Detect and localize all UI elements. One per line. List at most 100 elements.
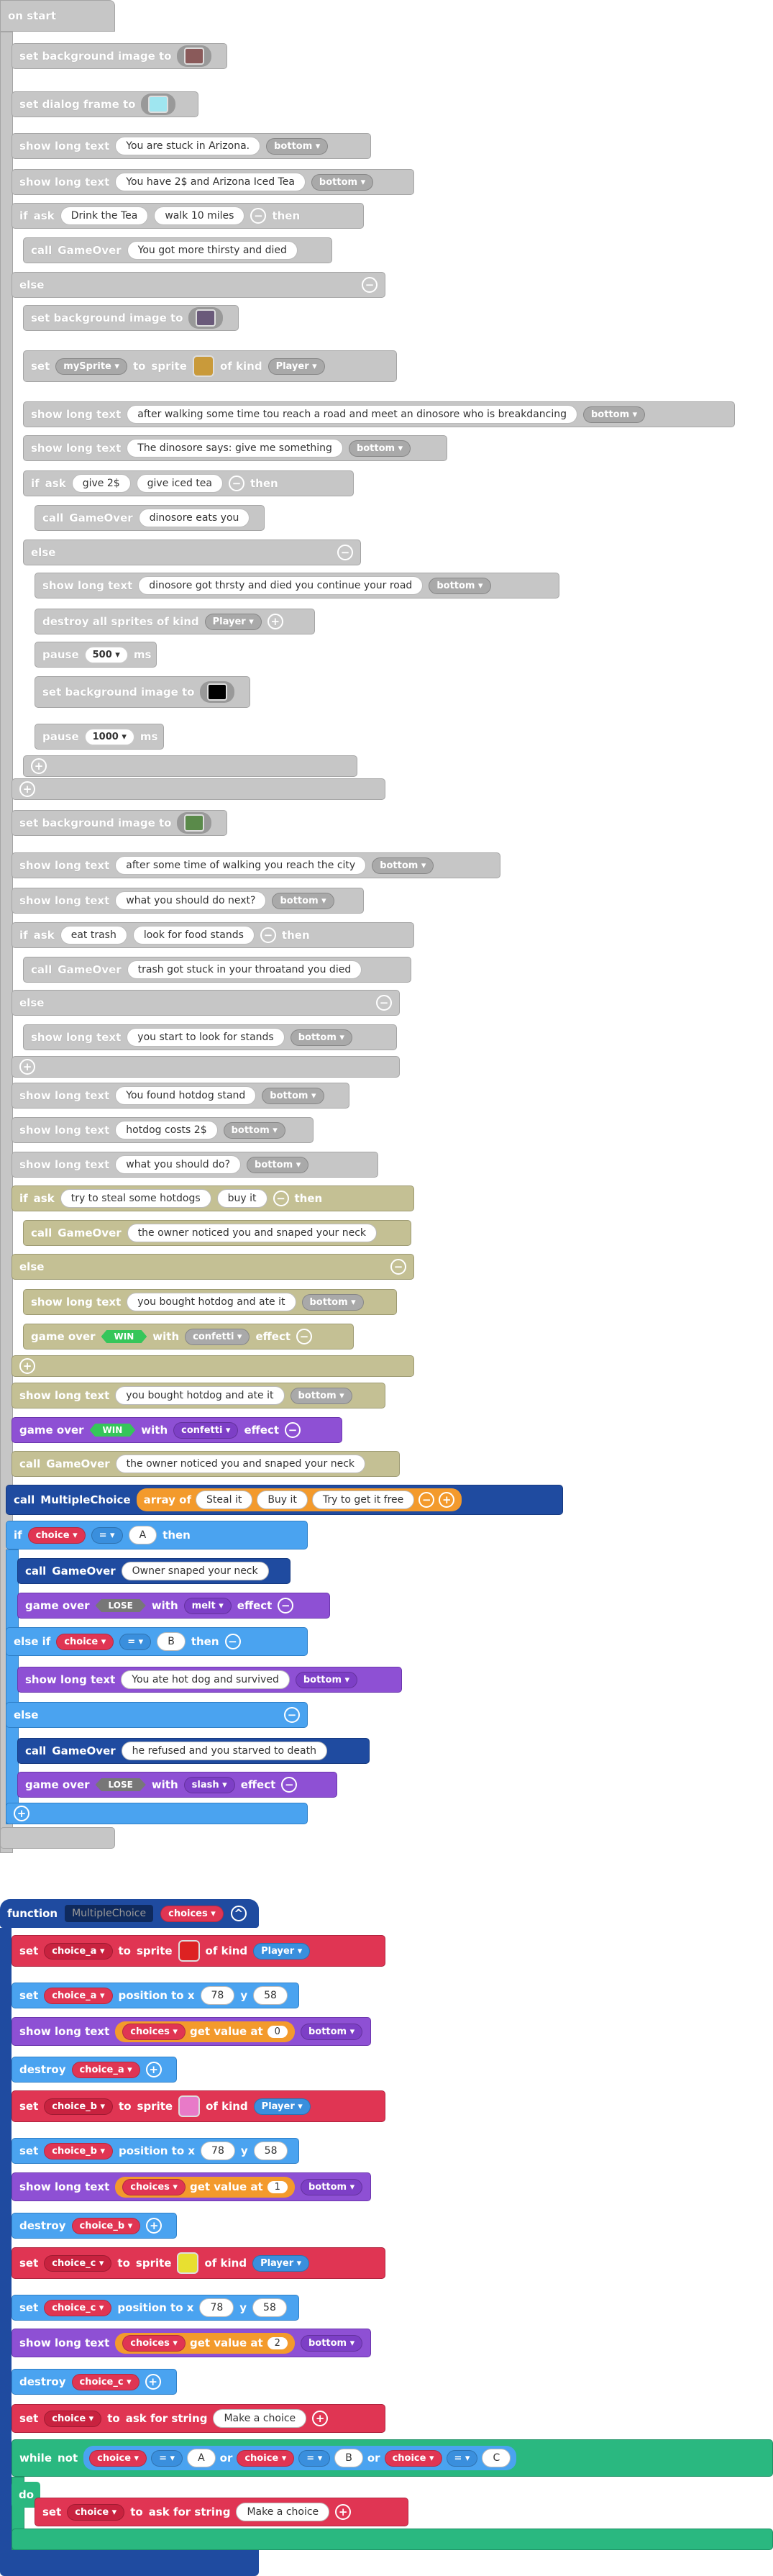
text-input[interactable]: after some time of walking you reach the… <box>115 856 367 875</box>
letter-a-sprite-thumb[interactable] <box>178 1940 200 1962</box>
show-long-text-block[interactable]: show long text You found hotdog stand bo… <box>12 1083 349 1109</box>
function-name-input[interactable]: MultipleChoice <box>65 1905 154 1922</box>
remove-icon[interactable]: − <box>362 277 378 293</box>
remove-icon[interactable]: − <box>281 1777 298 1793</box>
option-b-input[interactable]: walk 10 miles <box>154 206 245 225</box>
destroy-block[interactable]: destroy choice_a + <box>12 2057 177 2083</box>
lose-toggle[interactable]: LOSE <box>95 1778 146 1791</box>
x-input[interactable]: 78 <box>201 2142 235 2160</box>
effect-dropdown[interactable]: slash <box>183 1776 235 1793</box>
position-dropdown[interactable]: bottom <box>301 1293 364 1311</box>
letter-b-sprite-thumb[interactable] <box>178 2095 201 2117</box>
array-variable[interactable]: choices <box>122 2334 186 2352</box>
remove-icon[interactable]: − <box>418 1492 435 1508</box>
option-a-input[interactable]: try to steal some hotdogs <box>60 1189 211 1208</box>
game-over-block[interactable]: game over WIN with confetti effect − <box>12 1417 342 1443</box>
array-item-input[interactable]: Buy it <box>257 1490 308 1509</box>
on-start-hat[interactable]: on start <box>0 0 115 32</box>
message-input[interactable]: You got more thirsty and died <box>127 241 298 260</box>
image-picker[interactable] <box>177 812 212 834</box>
position-dropdown[interactable]: bottom <box>300 2178 363 2195</box>
add-branch-icon[interactable]: + <box>19 781 35 797</box>
option-a-input[interactable]: Drink the Tea <box>60 206 149 225</box>
remove-icon[interactable]: − <box>296 1329 313 1344</box>
win-toggle[interactable]: WIN <box>101 1330 147 1343</box>
array-item-input[interactable]: Try to get it free <box>311 1490 415 1509</box>
text-input[interactable]: You ate hot dog and survived <box>121 1670 290 1689</box>
effect-dropdown[interactable]: confetti <box>185 1328 250 1345</box>
add-icon[interactable]: + <box>335 2504 352 2520</box>
destroy-block[interactable]: destroy choice_c + <box>12 2369 177 2395</box>
compare-value-input[interactable]: A <box>128 1526 157 1544</box>
variable-dropdown[interactable]: choice <box>27 1526 86 1544</box>
operator-dropdown[interactable]: = <box>119 1633 152 1650</box>
if-block[interactable]: if ask try to steal some hotdogs buy it … <box>12 1185 414 1211</box>
remove-icon[interactable]: − <box>390 1259 406 1275</box>
if-block[interactable]: if choice = A then <box>6 1521 308 1549</box>
position-dropdown[interactable]: bottom <box>223 1121 285 1139</box>
message-input[interactable]: the owner noticed you and snaped your ne… <box>115 1455 366 1473</box>
index-input[interactable]: 2 <box>267 2336 288 2349</box>
sprite-image-thumb[interactable] <box>192 355 214 377</box>
show-long-text-block[interactable]: show long text hotdog costs 2$ bottom <box>12 1117 314 1143</box>
variable-dropdown[interactable]: choice_c <box>71 2373 139 2390</box>
position-dropdown[interactable]: bottom <box>266 137 329 155</box>
set-position-block[interactable]: set choice_a position to x 78 y 58 <box>12 1983 299 2008</box>
variable-dropdown[interactable]: choice_c <box>44 2254 112 2272</box>
set-choice-a-sprite-block[interactable]: set choice_a to sprite of kind Player <box>12 1935 385 1967</box>
set-background-block[interactable]: set background image to <box>35 676 250 708</box>
message-input[interactable]: dinosore eats you <box>138 509 250 527</box>
add-icon[interactable]: + <box>145 2374 161 2390</box>
show-long-text-block[interactable]: show long text choices get value at 0 bo… <box>12 2017 371 2046</box>
while-block[interactable]: while not choice = A or choice = B or ch… <box>12 2439 773 2477</box>
variable-dropdown[interactable]: choice <box>67 2503 125 2521</box>
variable-dropdown[interactable]: choice <box>237 2449 295 2467</box>
game-over-block[interactable]: game over WIN with confetti effect − <box>23 1324 354 1350</box>
compare-value-input[interactable]: A <box>187 2449 216 2467</box>
call-gameover-block[interactable]: call GameOver Owner snaped your neck <box>17 1558 291 1584</box>
image-picker[interactable] <box>177 45 212 67</box>
remove-icon[interactable]: − <box>337 545 353 560</box>
add-branch-icon[interactable]: + <box>31 758 47 774</box>
show-long-text-block[interactable]: show long text You are stuck in Arizona.… <box>12 133 371 159</box>
show-long-text-block[interactable]: show long text The dinosore says: give m… <box>23 435 447 461</box>
position-dropdown[interactable]: bottom <box>262 1087 324 1104</box>
kind-dropdown[interactable]: Player <box>253 1942 311 1960</box>
if-block[interactable]: if ask Drink the Tea walk 10 miles − the… <box>12 203 364 229</box>
message-input[interactable]: he refused and you starved to death <box>121 1742 327 1760</box>
message-input[interactable]: the owner noticed you and snaped your ne… <box>127 1224 378 1242</box>
position-dropdown[interactable]: bottom <box>300 2023 363 2040</box>
y-input[interactable]: 58 <box>253 2142 288 2160</box>
set-position-block[interactable]: set choice_c position to x 78 y 58 <box>12 2295 299 2321</box>
game-over-block[interactable]: game over LOSE with slash effect − <box>17 1772 337 1798</box>
show-long-text-block[interactable]: show long text what you should do next? … <box>12 888 364 914</box>
position-dropdown[interactable]: bottom <box>247 1156 309 1173</box>
x-input[interactable]: 78 <box>199 2298 234 2317</box>
show-long-text-block[interactable]: show long text after some time of walkin… <box>12 852 500 878</box>
array-item-input[interactable]: Steal it <box>196 1490 253 1509</box>
position-dropdown[interactable]: bottom <box>290 1029 352 1046</box>
show-long-text-block[interactable]: show long text you start to look for sta… <box>23 1024 397 1050</box>
add-icon[interactable]: + <box>145 2062 162 2077</box>
text-input[interactable]: dinosore got thrsty and died you continu… <box>138 576 424 595</box>
variable-dropdown[interactable]: choice_b <box>44 2098 114 2115</box>
position-dropdown[interactable]: bottom <box>290 1387 352 1404</box>
call-gameover-block[interactable]: call GameOver dinosore eats you <box>35 505 265 531</box>
set-dialog-frame-block[interactable]: set dialog frame to <box>12 91 198 117</box>
show-long-text-block[interactable]: show long text You have 2$ and Arizona I… <box>12 169 414 195</box>
variable-dropdown[interactable]: choice_b <box>44 2142 114 2159</box>
add-branch-icon[interactable]: + <box>14 1806 29 1821</box>
option-b-input[interactable]: buy it <box>216 1189 267 1208</box>
array-of-block[interactable]: array of Steal it Buy it Try to get it f… <box>136 1488 462 1511</box>
variable-dropdown[interactable]: choice_a <box>44 1942 113 1960</box>
lose-toggle[interactable]: LOSE <box>95 1599 146 1612</box>
set-background-block[interactable]: set background image to <box>23 305 239 331</box>
destroy-block[interactable]: destroy choice_b + <box>12 2213 177 2239</box>
set-background-block[interactable]: set background image to <box>12 810 227 836</box>
variable-dropdown[interactable]: choice_a <box>44 1987 113 2004</box>
compare-value-input[interactable]: B <box>334 2449 363 2467</box>
call-gameover-block[interactable]: call GameOver the owner noticed you and … <box>12 1451 400 1477</box>
remove-icon[interactable]: − <box>250 208 267 224</box>
option-b-input[interactable]: give iced tea <box>136 474 223 493</box>
destroy-all-sprites-block[interactable]: destroy all sprites of kind Player + <box>35 609 315 634</box>
